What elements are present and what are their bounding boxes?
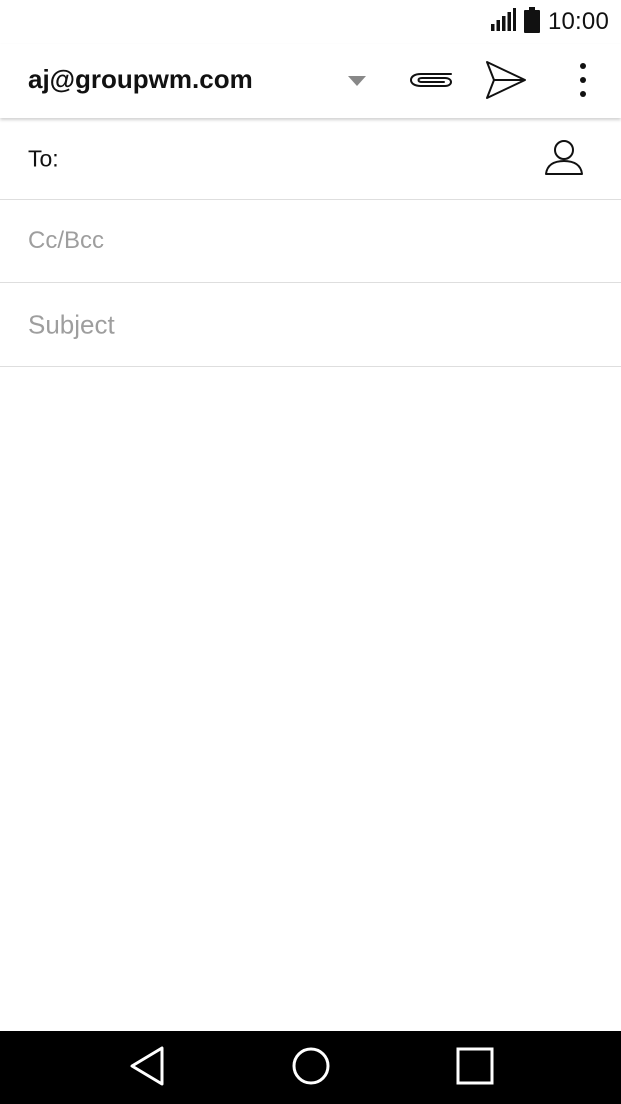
recents-button[interactable]	[450, 1043, 500, 1093]
person-icon	[544, 138, 584, 181]
cc-field-row	[0, 200, 621, 283]
compose-toolbar: aj@groupwm.com	[0, 44, 621, 118]
battery-icon	[523, 6, 540, 38]
back-button[interactable]	[122, 1043, 172, 1093]
to-label: To:	[28, 145, 59, 171]
paperclip-icon	[407, 65, 455, 100]
add-contact-button[interactable]	[539, 134, 589, 184]
send-icon	[484, 59, 528, 106]
message-body[interactable]	[0, 367, 621, 1031]
status-time: 10:00	[547, 8, 609, 35]
back-icon	[128, 1045, 166, 1092]
dropdown-arrow-icon[interactable]	[340, 66, 374, 96]
more-vert-icon	[579, 62, 587, 103]
status-bar: 10:00	[0, 0, 621, 44]
navigation-bar	[0, 1031, 621, 1104]
to-input[interactable]	[72, 144, 531, 173]
status-icons: 10:00	[490, 6, 609, 38]
to-field-row: To:	[0, 118, 621, 200]
account-selector[interactable]: aj@groupwm.com	[28, 64, 253, 95]
home-button[interactable]	[286, 1043, 336, 1093]
recents-icon	[456, 1047, 494, 1090]
signal-icon	[490, 7, 516, 37]
attach-button[interactable]	[405, 56, 457, 108]
send-button[interactable]	[480, 56, 532, 108]
subject-input[interactable]	[28, 309, 593, 340]
more-options-button[interactable]	[557, 56, 609, 108]
subject-field-row	[0, 283, 621, 367]
home-icon	[291, 1046, 331, 1091]
cc-bcc-input[interactable]	[28, 227, 593, 255]
